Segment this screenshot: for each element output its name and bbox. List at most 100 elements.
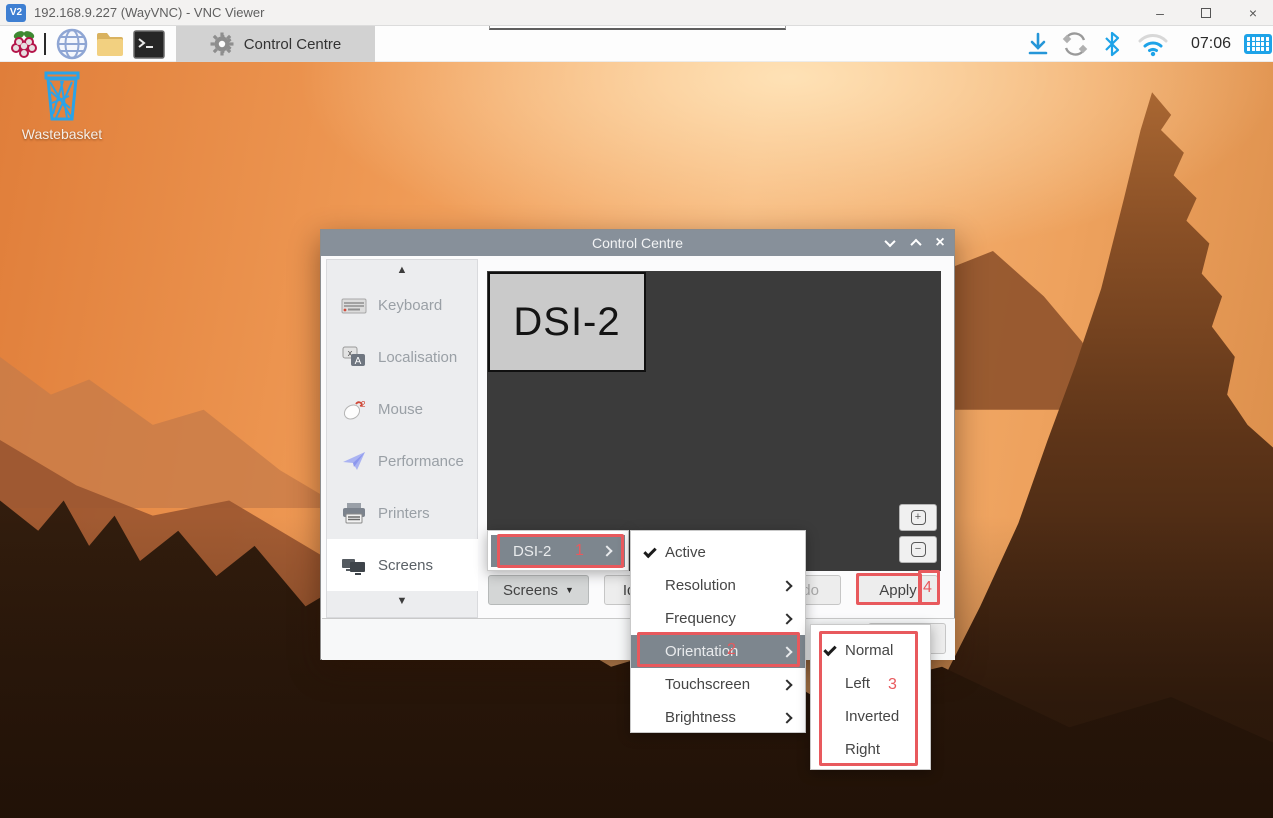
sidebar-item-label: Keyboard bbox=[378, 297, 442, 314]
wifi-icon bbox=[1137, 31, 1169, 57]
sidebar-item-performance[interactable]: Performance bbox=[327, 436, 477, 488]
maximize-icon bbox=[1201, 8, 1211, 18]
performance-icon bbox=[341, 448, 367, 474]
close-icon: × bbox=[935, 235, 944, 251]
sidebar-item-printers[interactable]: Printers bbox=[327, 487, 477, 539]
taskbar-separator bbox=[44, 33, 46, 55]
menu-raspberry-button[interactable] bbox=[6, 26, 42, 62]
menu-item-inverted[interactable]: Inverted bbox=[811, 700, 930, 733]
menu-item-active[interactable]: Active bbox=[631, 536, 805, 569]
display-layout-canvas: DSI-2 + − bbox=[487, 271, 941, 571]
maximize-button[interactable] bbox=[1189, 0, 1223, 26]
zoom-in-icon: + bbox=[911, 510, 926, 525]
printers-icon bbox=[341, 500, 367, 526]
menu-item-orientation[interactable]: Orientation bbox=[631, 635, 805, 668]
apply-label: Apply bbox=[879, 582, 917, 599]
window-titlebar[interactable]: Control Centre × bbox=[321, 230, 954, 256]
download-icon bbox=[1027, 32, 1049, 56]
screen: Wastebasket V2 192.168.9.227 (WayVNC) - … bbox=[0, 0, 1273, 818]
gear-icon bbox=[210, 32, 234, 56]
updates-tray-item[interactable] bbox=[1058, 26, 1092, 62]
terminal-icon bbox=[133, 30, 165, 59]
zoom-in-button[interactable]: + bbox=[899, 504, 937, 531]
localisation-icon: x A bbox=[341, 345, 367, 371]
menu-item-label: Resolution bbox=[665, 577, 783, 594]
shade-button[interactable] bbox=[878, 230, 902, 256]
zoom-out-button[interactable]: − bbox=[899, 536, 937, 563]
vnc-logo: V2 bbox=[6, 4, 26, 22]
menu-item-label: Inverted bbox=[845, 708, 916, 725]
sidebar-scroll-up[interactable]: ▲ bbox=[327, 260, 477, 280]
screens-icon bbox=[341, 552, 367, 578]
menu-item-normal[interactable]: Normal bbox=[811, 634, 930, 667]
sidebar-item-screens[interactable]: Screens bbox=[327, 539, 478, 591]
check-icon bbox=[823, 645, 839, 657]
sidebar-item-mouse[interactable]: 2 Mouse bbox=[327, 384, 477, 436]
updates-sync-icon bbox=[1061, 30, 1089, 58]
taskbar-app-label: Control Centre bbox=[244, 36, 342, 53]
menu-item-right[interactable]: Right bbox=[811, 733, 930, 766]
chevron-down-icon bbox=[884, 236, 895, 247]
apply-button[interactable]: Apply bbox=[858, 575, 938, 605]
vnc-window-title: 192.168.9.227 (WayVNC) - VNC Viewer bbox=[34, 5, 264, 20]
close-button[interactable]: × bbox=[1236, 0, 1270, 26]
zoom-out-icon: − bbox=[911, 542, 926, 557]
menu-item-label: Touchscreen bbox=[665, 676, 783, 693]
submenu-arrow-icon bbox=[781, 712, 792, 723]
wastebasket-desktop-icon[interactable]: Wastebasket bbox=[18, 70, 106, 150]
check-spacer bbox=[643, 646, 659, 658]
menu-item-left[interactable]: Left bbox=[811, 667, 930, 700]
menu-item-dsi2[interactable]: DSI-2 bbox=[491, 535, 625, 567]
menu-item-label: Active bbox=[665, 544, 791, 561]
sidebar-item-label: Localisation bbox=[378, 349, 457, 366]
sidebar-item-keyboard[interactable]: Keyboard bbox=[327, 280, 477, 332]
display-dsi2-rect[interactable]: DSI-2 bbox=[488, 272, 646, 372]
settings-sidebar: ▲ Keyboard x A Localisation bbox=[326, 259, 478, 618]
dropdown-arrow-icon: ▼ bbox=[565, 585, 574, 595]
file-manager-launcher[interactable] bbox=[93, 26, 129, 62]
check-spacer bbox=[823, 711, 839, 723]
menu-item-label: Left bbox=[845, 675, 916, 692]
vnc-titlebar: V2 192.168.9.227 (WayVNC) - VNC Viewer –… bbox=[0, 0, 1273, 26]
menu-item-label: Orientation bbox=[665, 643, 783, 660]
wifi-tray-item[interactable] bbox=[1134, 26, 1172, 62]
menu-item-label: Normal bbox=[845, 642, 916, 659]
wastebasket-label: Wastebasket bbox=[22, 126, 102, 142]
window-title: Control Centre bbox=[592, 235, 683, 251]
check-spacer bbox=[643, 613, 659, 625]
orientation-submenu: Normal Left Inverted Right bbox=[810, 624, 931, 770]
submenu-arrow-icon bbox=[781, 613, 792, 624]
bluetooth-icon bbox=[1103, 31, 1121, 57]
minimize-button[interactable]: – bbox=[1143, 0, 1177, 26]
menu-item-touchscreen[interactable]: Touchscreen bbox=[631, 668, 805, 701]
window-close-button[interactable]: × bbox=[928, 230, 952, 256]
file-manager-icon bbox=[95, 31, 127, 58]
menu-item-frequency[interactable]: Frequency bbox=[631, 602, 805, 635]
menu-item-brightness[interactable]: Brightness bbox=[631, 701, 805, 734]
screens-dropdown-button[interactable]: Screens ▼ bbox=[488, 575, 589, 605]
submenu-arrow-icon bbox=[781, 679, 792, 690]
submenu-arrow-icon bbox=[601, 545, 612, 556]
browser-launcher[interactable] bbox=[54, 26, 90, 62]
check-spacer bbox=[643, 679, 659, 691]
menu-item-label: Right bbox=[845, 741, 916, 758]
wastebasket-icon bbox=[39, 70, 85, 122]
svg-text:2: 2 bbox=[361, 400, 366, 409]
sidebar-item-label: Printers bbox=[378, 505, 430, 522]
chevron-up-icon bbox=[910, 239, 921, 250]
terminal-launcher[interactable] bbox=[131, 26, 167, 62]
sidebar-item-localisation[interactable]: x A Localisation bbox=[327, 332, 477, 384]
unshade-button[interactable] bbox=[904, 230, 928, 256]
sidebar-scroll-down[interactable]: ▼ bbox=[327, 591, 477, 611]
display-context-menu: Active Resolution Frequency Orientation … bbox=[630, 530, 806, 733]
clock[interactable]: 07:06 bbox=[1182, 26, 1240, 62]
download-tray-item[interactable] bbox=[1022, 26, 1054, 62]
sidebar-item-label: Mouse bbox=[378, 401, 423, 418]
menu-item-resolution[interactable]: Resolution bbox=[631, 569, 805, 602]
check-spacer bbox=[643, 580, 659, 592]
bluetooth-tray-item[interactable] bbox=[1098, 26, 1126, 62]
keyboard-layout-icon[interactable] bbox=[1244, 34, 1272, 54]
menu-item-label: DSI-2 bbox=[513, 543, 603, 560]
taskbar-app-control-centre[interactable]: Control Centre bbox=[176, 26, 375, 62]
menu-item-label: Brightness bbox=[665, 709, 783, 726]
